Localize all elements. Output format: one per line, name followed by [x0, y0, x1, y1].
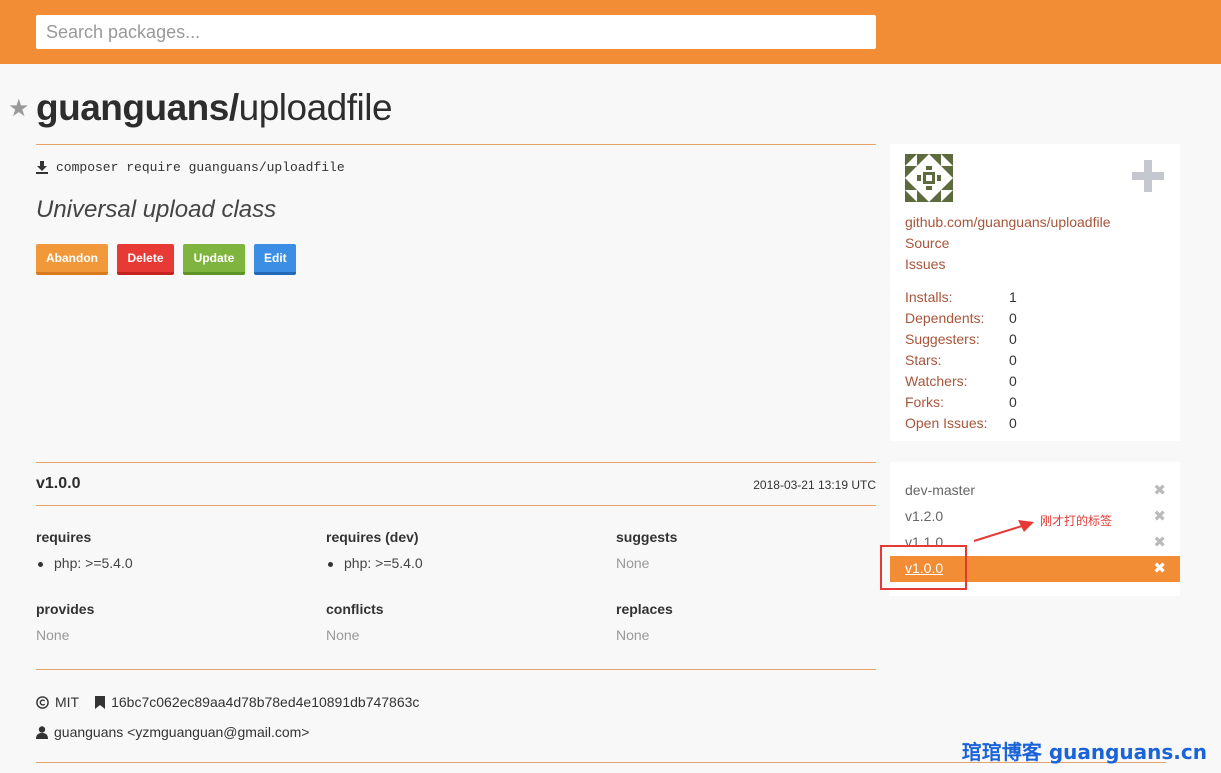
stat-row: Forks: 0 — [905, 392, 1017, 413]
top-bar — [0, 0, 1221, 64]
stat-label[interactable]: Dependents: — [905, 308, 1009, 329]
stat-value: 0 — [1009, 415, 1017, 431]
provides-title: provides — [36, 601, 95, 617]
stat-row: Watchers: 0 — [905, 371, 1017, 392]
package-vendor: guanguans/ — [36, 87, 239, 128]
stat-value: 0 — [1009, 394, 1017, 410]
star-icon[interactable]: ★ — [8, 94, 30, 123]
version-item[interactable]: dev-master ✖ — [890, 478, 1180, 504]
edit-button[interactable]: Edit — [254, 244, 296, 275]
replaces-none: None — [616, 627, 650, 643]
conflicts-title: conflicts — [326, 601, 384, 617]
author-row: guanguans <yzmguanguan@gmail.com> — [36, 724, 310, 740]
divider — [36, 505, 876, 506]
requires-dev-section: requires (dev) php: >=5.4.0 — [326, 529, 423, 571]
version-date: 2018-03-21 13:19 UTC — [753, 478, 876, 492]
search-input[interactable] — [36, 15, 876, 49]
stat-value: 0 — [1009, 373, 1017, 389]
version-title: v1.0.0 — [36, 475, 81, 492]
bookmark-icon — [95, 695, 106, 709]
stat-value: 0 — [1009, 331, 1017, 347]
stat-row: Stars: 0 — [905, 350, 1017, 371]
stat-label[interactable]: Open Issues: — [905, 413, 1009, 434]
annotation-text: 刚才打的标签 — [1040, 514, 1113, 528]
suggests-title: suggests — [616, 529, 678, 545]
divider — [36, 462, 876, 463]
avatar[interactable] — [905, 154, 953, 202]
author-text[interactable]: guanguans <yzmguanguan@gmail.com> — [54, 724, 310, 740]
package-name: uploadfile — [238, 87, 393, 128]
commit-hash[interactable]: 16bc7c062ec89aa4d78b78ed4e10891db747863c — [111, 694, 419, 710]
abandon-button[interactable]: Abandon — [36, 244, 108, 275]
version-label[interactable]: v1.2.0 — [905, 508, 943, 524]
delete-version-icon[interactable]: ✖ — [1153, 507, 1166, 525]
issues-link[interactable]: Issues — [905, 256, 945, 272]
requires-item[interactable]: php: >=5.4.0 — [36, 555, 133, 571]
stat-row: Dependents: 0 — [905, 308, 1017, 329]
requires-title: requires — [36, 529, 92, 545]
package-title: guanguans/uploadfile — [36, 84, 393, 132]
version-label[interactable]: dev-master — [905, 482, 975, 498]
delete-version-icon[interactable]: ✖ — [1153, 481, 1166, 499]
divider — [36, 669, 876, 670]
add-icon[interactable] — [1132, 160, 1164, 192]
download-icon — [36, 161, 48, 174]
stats-list: Installs: 1 Dependents: 0 Suggesters: 0 Sta… — [905, 287, 1017, 434]
conflicts-none: None — [326, 627, 360, 643]
stat-label[interactable]: Watchers: — [905, 371, 1009, 392]
stat-value: 0 — [1009, 352, 1017, 368]
highlight-box — [880, 545, 967, 590]
provides-none: None — [36, 627, 70, 643]
update-button[interactable]: Update — [183, 244, 245, 275]
repo-link[interactable]: github.com/guanguans/uploadfile — [905, 214, 1111, 230]
watermark: 琯琯博客 guanguans.cn — [961, 740, 1207, 764]
provides-section: provides None — [36, 601, 94, 643]
requires-dev-item[interactable]: php: >=5.4.0 — [326, 555, 423, 571]
user-icon — [36, 725, 48, 739]
stat-value: 0 — [1009, 310, 1017, 326]
requires-section: requires php: >=5.4.0 — [36, 529, 133, 571]
stat-label[interactable]: Installs: — [905, 287, 1009, 308]
suggests-section: suggests None — [616, 529, 677, 571]
stat-row: Suggesters: 0 — [905, 329, 1017, 350]
require-command: composer require guanguans/uploadfile — [56, 160, 345, 175]
stat-label[interactable]: Forks: — [905, 392, 1009, 413]
conflicts-section: conflicts None — [326, 601, 384, 643]
stat-row: Open Issues: 0 — [905, 413, 1017, 434]
stat-row: Installs: 1 — [905, 287, 1017, 308]
composer-require: composer require guanguans/uploadfile — [36, 160, 345, 175]
package-info-panel: github.com/guanguans/uploadfile Source I… — [890, 144, 1180, 441]
arrow-icon — [973, 520, 1034, 542]
stat-value: 1 — [1009, 289, 1017, 305]
license-row: MIT 16bc7c062ec89aa4d78b78ed4e10891db747… — [36, 694, 419, 710]
delete-version-icon[interactable]: ✖ — [1153, 533, 1166, 551]
suggests-none: None — [616, 555, 650, 571]
package-description: Universal upload class — [36, 196, 277, 223]
replaces-section: replaces None — [616, 601, 673, 643]
divider — [36, 144, 876, 145]
copyright-icon — [36, 695, 49, 709]
stat-label[interactable]: Stars: — [905, 350, 1009, 371]
delete-version-icon[interactable]: ✖ — [1153, 559, 1166, 577]
delete-button[interactable]: Delete — [117, 244, 174, 275]
replaces-title: replaces — [616, 601, 673, 617]
source-link[interactable]: Source — [905, 235, 949, 251]
license-text: MIT — [55, 694, 80, 710]
stat-label[interactable]: Suggesters: — [905, 329, 1009, 350]
requires-dev-title: requires (dev) — [326, 529, 419, 545]
